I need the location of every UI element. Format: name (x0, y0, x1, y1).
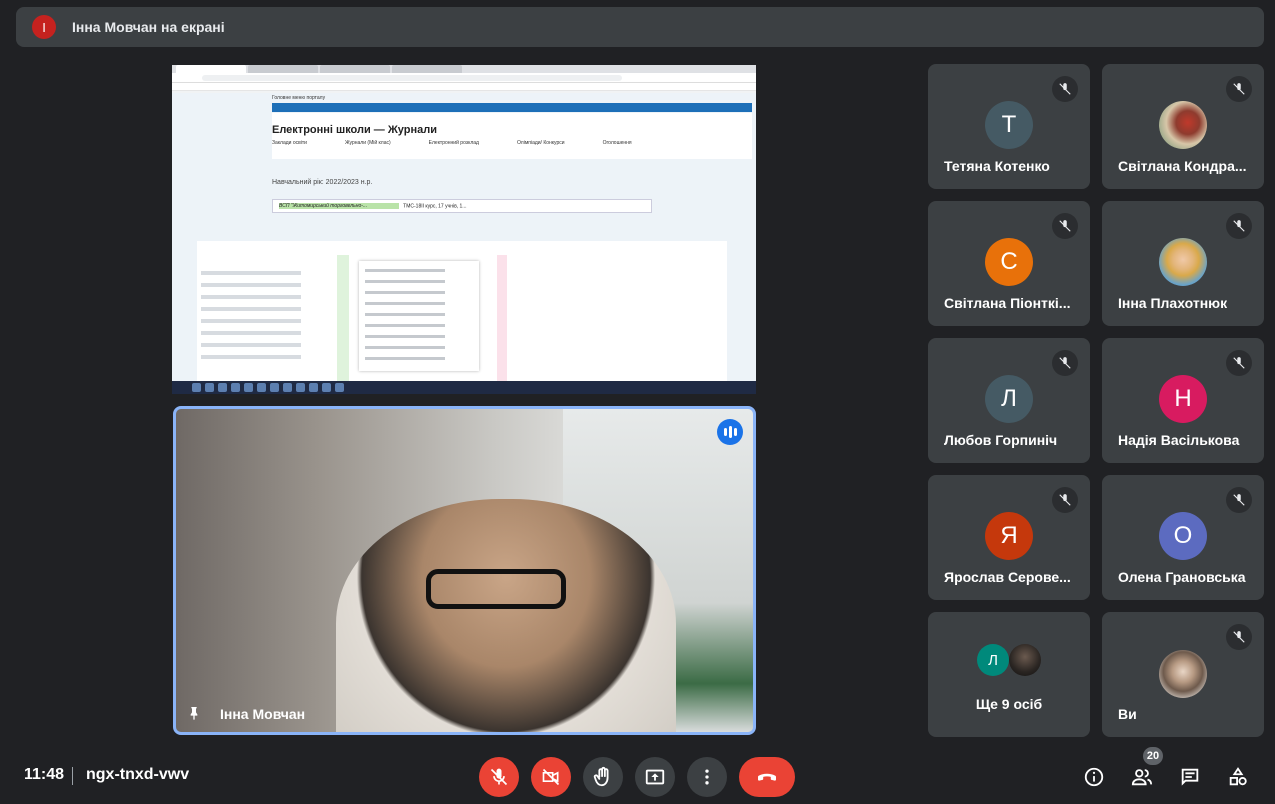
more-participants-photo (1009, 644, 1041, 676)
participant-name: Інна Плахотнюк (1118, 295, 1228, 311)
more-participants-tile[interactable]: Л Ще 9 осіб (928, 612, 1090, 737)
participant-photo (1159, 101, 1207, 149)
chat-icon (1181, 768, 1199, 786)
mic-off-icon (1226, 624, 1252, 650)
self-tile[interactable]: Ви (1102, 612, 1264, 737)
people-icon (1131, 769, 1153, 786)
participant-photo (1159, 238, 1207, 286)
participant-name: Тетяна Котенко (944, 158, 1050, 174)
participant-tile[interactable]: С Світлана Піонткі... (928, 201, 1090, 326)
shared-nav-bar (272, 103, 752, 112)
shared-institution-select: ВСП "Житомирський торговельно-... ТМС-18… (272, 199, 652, 213)
shared-institution: ВСП "Житомирський торговельно-... (279, 203, 399, 209)
present-icon (645, 769, 665, 785)
presentation-banner: І Інна Мовчан на екрані (16, 7, 1264, 47)
participant-avatar: Я (985, 512, 1033, 560)
participant-tile[interactable]: Н Надія Васількова (1102, 338, 1264, 463)
mic-off-icon (1052, 350, 1078, 376)
meeting-code: ngx-tnxd-vwv (86, 766, 190, 783)
speaker-video (336, 499, 676, 732)
pin-icon[interactable] (186, 704, 202, 722)
participant-tile[interactable]: Т Тетяна Котенко (928, 64, 1090, 189)
clock: 11:48 (24, 766, 65, 783)
shared-journal-grid (197, 241, 727, 381)
hand-icon (593, 766, 609, 787)
self-photo (1159, 650, 1207, 698)
shared-nav-tab: Журнали (Мій клас) (344, 140, 391, 146)
participant-avatar: Т (985, 101, 1033, 149)
mic-off-icon (1052, 213, 1078, 239)
participant-name: Любов Горпиніч (944, 432, 1058, 448)
shared-site-header: Головне меню порталу (272, 95, 326, 101)
shared-nav-tab: Олімпіади/ Конкурси (516, 140, 565, 146)
camera-button[interactable] (531, 757, 571, 797)
more-options-button[interactable] (687, 757, 727, 797)
participant-tile[interactable]: Я Ярослав Серове... (928, 475, 1090, 600)
shared-nav-tab: Заклади освіти (272, 140, 307, 146)
shared-nav-tab: Оголошення (602, 140, 632, 146)
shared-page: Головне меню порталу Електронні школи — … (172, 93, 756, 381)
activities-icon (1229, 767, 1247, 786)
participant-name: Світлана Кондра... (1118, 158, 1247, 174)
participants-count-badge: 20 (1143, 747, 1163, 765)
activities-button[interactable] (1221, 760, 1255, 794)
shared-context-menu (359, 261, 479, 371)
more-participants-avatar: Л (977, 644, 1009, 676)
more-vert-icon (705, 769, 709, 785)
participant-avatar: Н (1159, 375, 1207, 423)
shared-taskbar (172, 381, 756, 394)
shared-header-card (272, 113, 752, 159)
presenter-avatar: І (32, 15, 56, 39)
mic-off-icon (1226, 487, 1252, 513)
mic-off-icon (1052, 487, 1078, 513)
participant-tile[interactable]: Світлана Кондра... (1102, 64, 1264, 189)
participant-name: Ярослав Серове... (944, 569, 1071, 585)
active-speaker-tile[interactable]: Інна Мовчан (173, 406, 756, 735)
divider (72, 767, 73, 785)
shared-nav-tab: Електронний розклад (428, 140, 479, 146)
leave-call-button[interactable] (739, 757, 795, 797)
speaking-indicator-icon (717, 419, 743, 445)
shared-page-title: Електронні школи — Журнали (272, 124, 438, 136)
meeting-info-button[interactable] (1077, 760, 1111, 794)
mic-off-icon (490, 768, 508, 786)
mic-off-icon (1226, 213, 1252, 239)
shared-group: ТМС-18II курс, 17 учнів, 1... (403, 203, 467, 210)
participant-tile[interactable]: О Олена Грановська (1102, 475, 1264, 600)
shared-nav-tabs: Заклади освіти Журнали (Мій клас) Електр… (272, 140, 632, 146)
more-participants-label: Ще 9 осіб (975, 696, 1043, 712)
mic-off-icon (1052, 76, 1078, 102)
presentation-banner-text: Інна Мовчан на екрані (72, 19, 225, 35)
browser-bookmarks-bar (172, 83, 756, 91)
participant-avatar: С (985, 238, 1033, 286)
participant-avatar: Л (985, 375, 1033, 423)
browser-tabs (172, 65, 756, 73)
microphone-button[interactable] (479, 757, 519, 797)
participant-tile[interactable]: Інна Плахотнюк (1102, 201, 1264, 326)
info-icon (1084, 767, 1104, 787)
present-screen-button[interactable] (635, 757, 675, 797)
participant-name: Олена Грановська (1118, 569, 1246, 585)
mic-off-icon (1226, 76, 1252, 102)
speaker-glasses (426, 569, 566, 609)
people-button[interactable] (1125, 760, 1159, 794)
raise-hand-button[interactable] (583, 757, 623, 797)
participant-name: Світлана Піонткі... (944, 295, 1071, 311)
camera-off-icon (542, 768, 560, 786)
self-name: Ви (1118, 706, 1137, 722)
participant-name: Надія Васількова (1118, 432, 1240, 448)
participant-tile[interactable]: Л Любов Горпиніч (928, 338, 1090, 463)
browser-address-bar (172, 73, 756, 83)
participant-avatar: О (1159, 512, 1207, 560)
hang-up-icon (758, 773, 776, 781)
shared-school-year: Навчальний рік: 2022/2023 н.р. (272, 179, 373, 186)
speaker-name: Інна Мовчан (220, 706, 306, 722)
mic-off-icon (1226, 350, 1252, 376)
shared-screen[interactable]: Головне меню порталу Електронні школи — … (172, 65, 756, 394)
chat-button[interactable] (1173, 760, 1207, 794)
